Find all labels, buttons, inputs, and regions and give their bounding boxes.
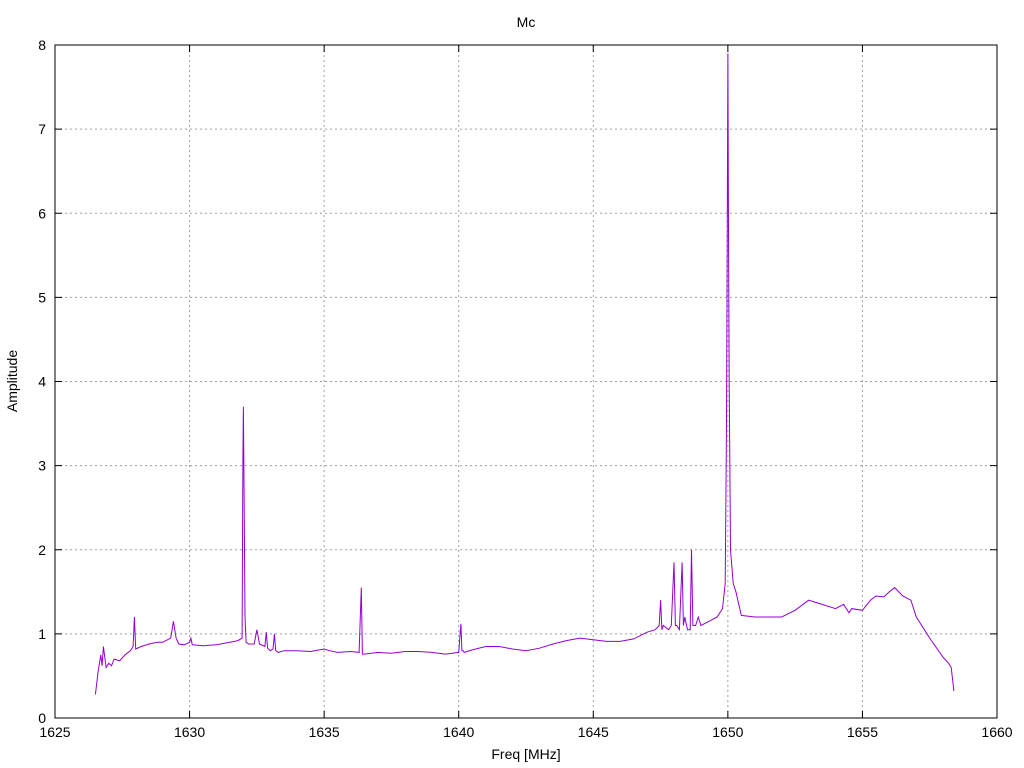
tick-labels: 1625 1630 1635 1640 1645 1650 1655 1660 0 1 2 3 4 5 6 7… xyxy=(38,37,1013,740)
x-tick-label: 1625 xyxy=(39,724,70,740)
amplitude-chart: 1625 1630 1635 1640 1645 1650 1655 1660 0 1 2 3 4 5 6 7… xyxy=(4,14,1013,762)
y-tick-label: 0 xyxy=(38,710,46,726)
y-tick-label: 2 xyxy=(38,542,46,558)
y-tick-label: 8 xyxy=(38,37,46,53)
y-tick-label: 3 xyxy=(38,458,46,474)
x-tick-label: 1655 xyxy=(847,724,878,740)
x-tick-label: 1630 xyxy=(174,724,205,740)
x-tick-label: 1635 xyxy=(309,724,340,740)
x-tick-label: 1640 xyxy=(443,724,474,740)
x-tick-label: 1660 xyxy=(981,724,1012,740)
y-axis-label: Amplitude xyxy=(4,350,20,412)
chart-title: Mc xyxy=(517,14,536,30)
y-tick-label: 5 xyxy=(38,289,46,305)
x-tick-label: 1645 xyxy=(578,724,609,740)
y-tick-label: 6 xyxy=(38,205,46,221)
y-tick-label: 1 xyxy=(38,626,46,642)
x-axis-label: Freq [MHz] xyxy=(491,746,560,762)
y-tick-label: 7 xyxy=(38,121,46,137)
y-tick-label: 4 xyxy=(38,374,46,390)
grid-layer xyxy=(55,45,997,718)
series-layer xyxy=(94,53,955,695)
series-line xyxy=(94,53,955,695)
x-tick-label: 1650 xyxy=(712,724,743,740)
